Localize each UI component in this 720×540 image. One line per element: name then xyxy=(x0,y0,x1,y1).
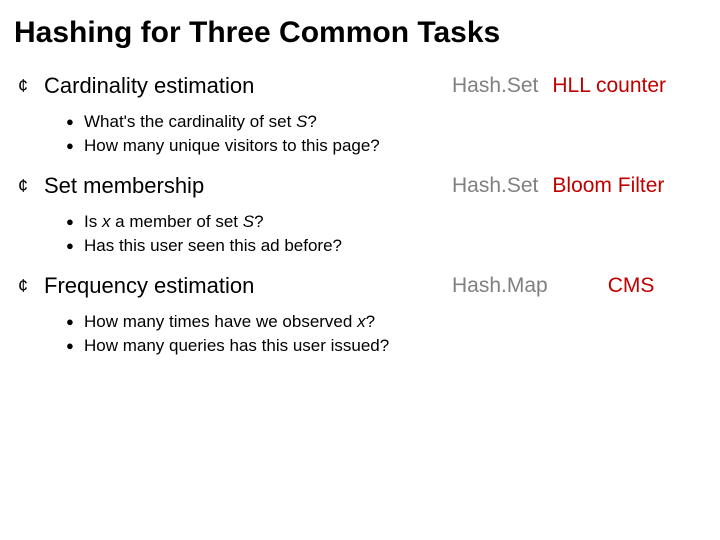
sublist: ● What's the cardinality of set S? ● How… xyxy=(14,110,710,158)
section-heading: Cardinality estimation xyxy=(44,72,452,100)
dot-icon: ● xyxy=(66,334,84,358)
dot-icon: ● xyxy=(66,134,84,158)
tag-naive: Hash.Set xyxy=(452,74,538,98)
tag-sketch: CMS xyxy=(608,274,655,298)
list-item: ● Is x a member of set S? xyxy=(66,210,710,234)
section-cardinality: ¢ Cardinality estimation Hash.Set HLL co… xyxy=(14,72,710,106)
bullet-icon: ¢ xyxy=(14,172,44,200)
tag-naive: Hash.Map xyxy=(452,274,548,298)
content: ¢ Cardinality estimation Hash.Set HLL co… xyxy=(14,72,710,372)
slide: Hashing for Three Common Tasks ¢ Cardina… xyxy=(0,0,720,540)
list-item: ● How many unique visitors to this page? xyxy=(66,134,710,158)
dot-icon: ● xyxy=(66,210,84,234)
dot-icon: ● xyxy=(66,310,84,334)
list-item: ● Has this user seen this ad before? xyxy=(66,234,710,258)
page-title: Hashing for Three Common Tasks xyxy=(14,16,710,50)
tags: Hash.Set HLL counter xyxy=(452,72,710,98)
sublist: ● How many times have we observed x? ● H… xyxy=(14,310,710,358)
tag-naive: Hash.Set xyxy=(452,174,538,198)
list-item: ● How many times have we observed x? xyxy=(66,310,710,334)
dot-icon: ● xyxy=(66,234,84,258)
bullet-icon: ¢ xyxy=(14,272,44,300)
dot-icon: ● xyxy=(66,110,84,134)
section-membership: ¢ Set membership Hash.Set Bloom Filter xyxy=(14,172,710,206)
tags: Hash.Set Bloom Filter xyxy=(452,172,710,198)
tags: Hash.Map CMS xyxy=(452,272,710,298)
section-heading: Set membership xyxy=(44,172,452,200)
sublist: ● Is x a member of set S? ● Has this use… xyxy=(14,210,710,258)
tag-sketch: HLL counter xyxy=(552,74,666,98)
tag-sketch: Bloom Filter xyxy=(552,174,664,198)
bullet-icon: ¢ xyxy=(14,72,44,100)
section-heading: Frequency estimation xyxy=(44,272,452,300)
list-item: ● How many queries has this user issued? xyxy=(66,334,710,358)
list-item: ● What's the cardinality of set S? xyxy=(66,110,710,134)
section-frequency: ¢ Frequency estimation Hash.Map CMS xyxy=(14,272,710,306)
